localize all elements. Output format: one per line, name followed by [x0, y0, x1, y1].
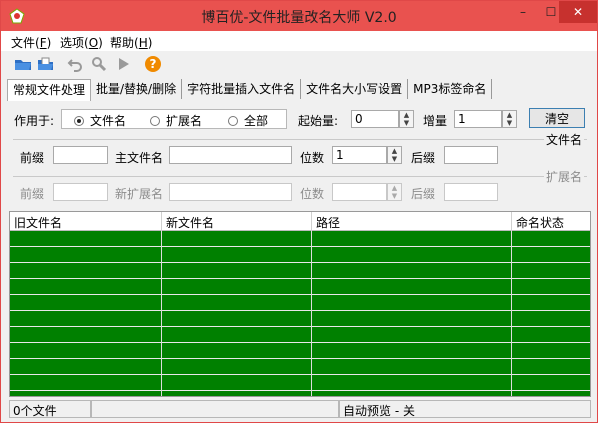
menu-file-key: F	[39, 36, 47, 50]
tab-case-settings[interactable]: 文件名大小写设置	[301, 79, 409, 99]
svg-text:?: ?	[150, 57, 157, 71]
column-path[interactable]: 路径	[312, 212, 512, 231]
menu-help-key: H	[138, 36, 148, 50]
ext-prefix-input[interactable]	[53, 183, 108, 201]
tab-insert-chars[interactable]: 字符批量插入文件名	[182, 79, 302, 99]
status-bar: 0个文件 自动预览 - 关	[1, 399, 597, 422]
open-file-icon[interactable]	[35, 55, 55, 73]
ext-prefix-label: 前缀	[20, 187, 45, 201]
ext-digits-label: 位数	[300, 187, 325, 201]
table-row[interactable]	[10, 359, 590, 375]
ext-digits-input[interactable]	[332, 183, 387, 201]
table-row[interactable]	[10, 263, 590, 279]
clear-button[interactable]: 清空	[529, 108, 585, 128]
radio-extension-label: 扩展名	[166, 114, 203, 128]
menu-file[interactable]: 文件(F)	[11, 34, 51, 51]
tab-mp3-tags[interactable]: MP3标签命名	[408, 79, 493, 99]
menu-help-label: 帮助	[110, 36, 135, 50]
column-status[interactable]: 命名状态	[512, 212, 590, 231]
tab-general[interactable]: 常规文件处理	[7, 79, 92, 101]
ext-suffix-label: 后缀	[411, 187, 436, 201]
main-name-label: 主文件名	[115, 151, 164, 165]
extension-group-title: 扩展名	[544, 168, 585, 185]
filename-digits-input[interactable]: 1	[332, 146, 387, 164]
window-title: 博百优-文件批量改名大师 V2.0	[201, 10, 397, 26]
start-value-spinner[interactable]: ▲ ▼	[399, 110, 414, 128]
table-row[interactable]	[10, 327, 590, 343]
filename-digits-spinner[interactable]: ▲ ▼	[387, 146, 402, 164]
column-divider	[511, 231, 512, 396]
filename-prefix-input[interactable]	[53, 146, 108, 164]
radio-dot-extension	[150, 115, 160, 126]
increment-label: 增量	[423, 114, 448, 128]
filename-prefix-label: 前缀	[20, 151, 45, 165]
ext-digits-spinner[interactable]: ▲ ▼	[387, 183, 402, 201]
new-ext-label: 新扩展名	[115, 187, 164, 201]
filename-group-title: 文件名	[544, 131, 585, 148]
menu-file-label: 文件	[11, 36, 36, 50]
filename-digits-label: 位数	[300, 151, 325, 165]
menu-options-key: O	[88, 36, 99, 50]
tab-replace-delete[interactable]: 批量/替换/删除	[91, 79, 183, 99]
menu-options-label: 选项	[60, 36, 85, 50]
table-row[interactable]	[10, 343, 590, 359]
menu-bar: 文件(F) 选项(O) 帮助(H)	[1, 31, 597, 51]
table-row[interactable]	[10, 279, 590, 295]
increment-input[interactable]: 1	[454, 110, 502, 128]
radio-extension[interactable]: 扩展名	[150, 112, 202, 129]
radio-all[interactable]: 全部	[228, 112, 268, 129]
increment-spinner[interactable]: ▲ ▼	[502, 110, 517, 128]
ext-suffix-input[interactable]	[444, 183, 498, 201]
radio-dot-filename	[74, 115, 84, 126]
tab-strip: 常规文件处理 批量/替换/删除 字符批量插入文件名 文件名大小写设置 MP3标签…	[7, 79, 493, 101]
radio-dot-all	[228, 115, 238, 126]
table-header: 旧文件名 新文件名 路径 命名状态	[10, 212, 590, 231]
column-old-name[interactable]: 旧文件名	[10, 212, 162, 231]
radio-filename-label: 文件名	[90, 114, 127, 128]
title-bar: 博百优-文件批量改名大师 V2.0 – ☐ ✕	[1, 1, 597, 31]
column-divider	[311, 231, 312, 396]
table-row[interactable]	[10, 375, 590, 391]
play-icon[interactable]	[113, 55, 133, 73]
radio-all-label: 全部	[244, 114, 269, 128]
new-ext-input[interactable]	[169, 183, 292, 201]
close-button[interactable]: ✕	[559, 1, 597, 23]
menu-options[interactable]: 选项(O)	[60, 34, 103, 51]
apply-to-group: 文件名 扩展名 全部	[61, 109, 287, 129]
table-row[interactable]	[10, 247, 590, 263]
status-file-count: 0个文件	[9, 400, 91, 418]
undo-icon[interactable]	[65, 55, 85, 73]
status-middle	[91, 400, 339, 418]
status-preview: 自动预览 - 关	[339, 400, 591, 418]
table-row[interactable]	[10, 295, 590, 311]
table-row[interactable]	[10, 311, 590, 327]
start-value-input[interactable]: 0	[351, 110, 399, 128]
radio-filename[interactable]: 文件名	[74, 112, 126, 129]
search-icon[interactable]	[89, 55, 109, 73]
main-name-input[interactable]	[169, 146, 292, 164]
toolbar: ?	[1, 51, 597, 77]
app-window: 博百优-文件批量改名大师 V2.0 – ☐ ✕ 文件(F) 选项(O) 帮助(H…	[0, 0, 598, 423]
column-new-name[interactable]: 新文件名	[162, 212, 312, 231]
filename-suffix-label: 后缀	[411, 151, 436, 165]
filename-suffix-input[interactable]	[444, 146, 498, 164]
extension-group-line	[13, 176, 587, 177]
file-table[interactable]: 旧文件名 新文件名 路径 命名状态	[9, 211, 591, 397]
help-icon[interactable]: ?	[143, 55, 163, 73]
table-row[interactable]	[10, 231, 590, 247]
menu-help[interactable]: 帮助(H)	[110, 34, 152, 51]
minimize-button[interactable]: –	[509, 1, 537, 23]
table-rows	[10, 231, 590, 396]
start-value-label: 起始量:	[298, 114, 339, 128]
apply-to-label: 作用于:	[14, 114, 55, 128]
filename-group-line	[13, 139, 587, 140]
column-divider	[161, 231, 162, 396]
open-folder-icon[interactable]	[13, 55, 33, 73]
